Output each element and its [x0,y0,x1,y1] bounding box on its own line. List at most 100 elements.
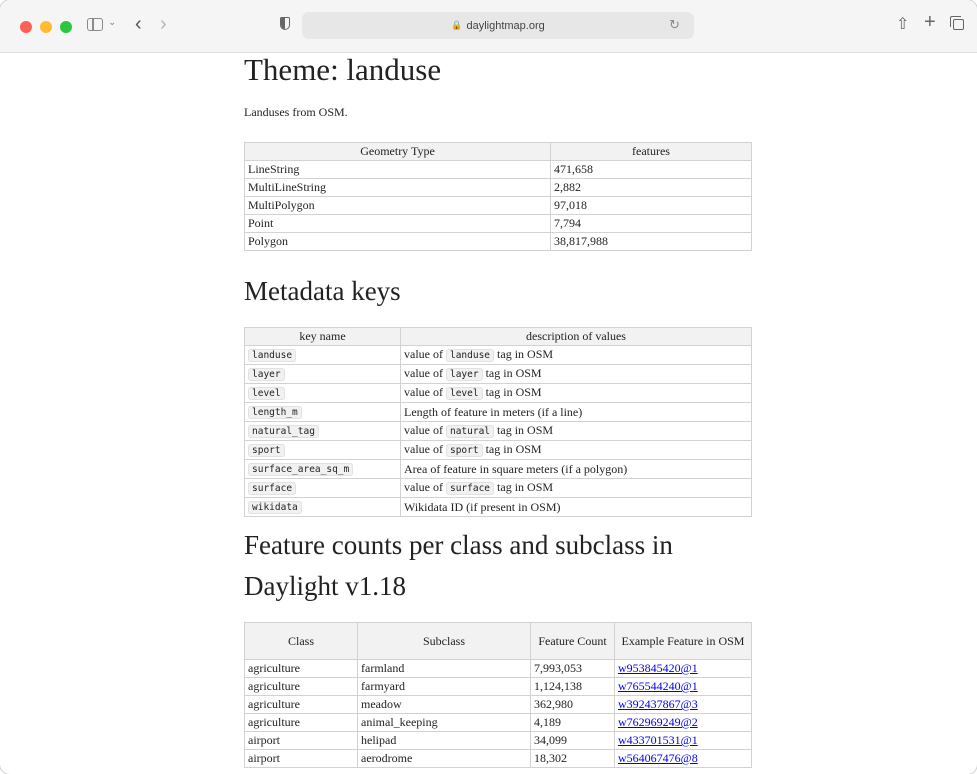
table-row: airport helipad 34,099 w433701531@1 [244,731,752,750]
osm-feature-link[interactable]: w392437867@3 [618,697,698,711]
tag-code: natural [445,425,495,438]
table-row: agriculture meadow 362,980 w392437867@3 [244,695,752,714]
subclass-cell: animal_keeping [357,713,531,732]
description-text: value of [404,366,446,380]
class-cell: agriculture [244,695,358,714]
key-name-code: length_m [248,406,302,419]
table-row: Polygon 38,817,988 [244,232,752,251]
feature-count-cell: 7,794 [550,214,752,233]
tag-code: sport [445,444,483,457]
description-text: value of [404,480,446,494]
class-cell: airport [244,749,358,768]
sidebar-toggle-icon[interactable] [87,18,103,31]
zoom-window-button[interactable] [60,21,72,33]
table-row: length_m Length of feature in meters (if … [244,402,752,422]
osm-feature-link[interactable]: w433701531@1 [618,733,698,747]
column-header: key name [244,327,401,346]
description-cell: Wikidata ID (if present in OSM) [400,497,752,517]
tab-overview-icon[interactable] [950,16,964,30]
example-feature-cell: w392437867@3 [614,695,752,714]
column-header: description of values [400,327,752,346]
example-feature-cell: w762969249@2 [614,713,752,732]
url-text: daylightmap.org [466,19,545,32]
key-name-code: landuse [248,349,297,362]
class-cell: agriculture [244,659,358,678]
feature-count-cell: 362,980 [530,695,615,714]
new-tab-icon[interactable]: + [924,11,936,34]
privacy-shield-icon[interactable] [280,17,290,30]
share-icon[interactable]: ⇧ [896,14,909,34]
geometry-type-cell: MultiLineString [244,178,551,197]
feature-count-cell: 97,018 [550,196,752,215]
key-name-code: sport [248,444,285,457]
key-name-cell: wikidata [244,497,401,517]
class-cell: airport [244,731,358,750]
reload-icon[interactable]: ↻ [669,17,680,33]
page-description: Landuses from OSM. [244,105,348,119]
description-text: Wikidata ID (if present in OSM) [404,499,561,514]
class-cell: agriculture [244,677,358,696]
feature-count-cell: 1,124,138 [530,677,615,696]
class-cell: agriculture [244,713,358,732]
metadata-heading: Metadata keys [244,276,401,306]
table-row: sport value of sport tag in OSM [244,440,752,460]
column-header: features [550,142,752,161]
page-title: Theme: landuse [244,52,442,87]
description-cell: value of level tag in OSM [400,383,752,403]
key-name-code: layer [248,368,285,381]
description-text: value of [404,347,446,361]
feature-count-cell: 2,882 [550,178,752,197]
description-text: value of [404,442,446,456]
minimize-window-button[interactable] [40,21,52,33]
back-arrow-icon[interactable]: ‹ [135,13,142,36]
table-row: airport aerodrome 18,302 w564067476@8 [244,749,752,768]
forward-arrow-icon[interactable]: › [160,13,167,36]
key-name-cell: natural_tag [244,421,401,441]
chevron-down-icon[interactable]: ⌄ [108,17,116,28]
description-text: value of [404,423,446,437]
table-row: agriculture animal_keeping 4,189 w762969249… [244,713,752,732]
tag-code: surface [445,482,495,495]
key-name-code: natural_tag [248,425,319,438]
description-text: tag in OSM [482,366,542,380]
key-name-cell: layer [244,364,401,384]
osm-feature-link[interactable]: w762969249@2 [618,715,698,729]
osm-feature-link[interactable]: w765544240@1 [618,679,698,693]
example-feature-cell: w765544240@1 [614,677,752,696]
osm-feature-link[interactable]: w953845420@1 [618,661,698,675]
table-row: Point 7,794 [244,214,752,233]
description-cell: value of surface tag in OSM [400,478,752,498]
geometry-type-cell: Polygon [244,232,551,251]
geometry-type-cell: MultiPolygon [244,196,551,215]
table-row: agriculture farmyard 1,124,138 w765544240@1 [244,677,752,696]
address-bar[interactable]: 🔒 daylightmap.org ↻ [302,12,694,39]
osm-feature-link[interactable]: w564067476@8 [618,751,698,765]
key-name-cell: surface_area_sq_m [244,459,401,479]
tag-code: level [445,387,483,400]
feature-count-cell: 7,993,053 [530,659,615,678]
table-row: natural_tag value of natural tag in OSM [244,421,752,441]
key-name-code: surface_area_sq_m [248,463,354,476]
description-text: tag in OSM [494,480,554,494]
key-name-code: surface [248,482,297,495]
feature-counts-heading: Feature counts per class and subclass in… [244,530,673,601]
close-window-button[interactable] [20,21,32,33]
feature-count-cell: 471,658 [550,160,752,179]
lock-icon: 🔒 [451,20,463,30]
feature-count-cell: 18,302 [530,749,615,768]
column-header: Feature Count [530,622,615,660]
subclass-cell: meadow [357,695,531,714]
description-text: tag in OSM [494,423,554,437]
column-header: Subclass [357,622,531,660]
table-row: surface value of surface tag in OSM [244,478,752,498]
geometry-type-cell: LineString [244,160,551,179]
feature-counts-table: Class Subclass Feature Count Example Fea… [244,622,752,768]
column-header: Example Feature in OSM [614,622,752,660]
tag-code: layer [445,368,483,381]
example-feature-cell: w564067476@8 [614,749,752,768]
table-row: layer value of layer tag in OSM [244,364,752,384]
subclass-cell: farmyard [357,677,531,696]
table-row: wikidata Wikidata ID (if present in OSM) [244,497,752,517]
description-cell: value of layer tag in OSM [400,364,752,384]
description-cell: value of natural tag in OSM [400,421,752,441]
